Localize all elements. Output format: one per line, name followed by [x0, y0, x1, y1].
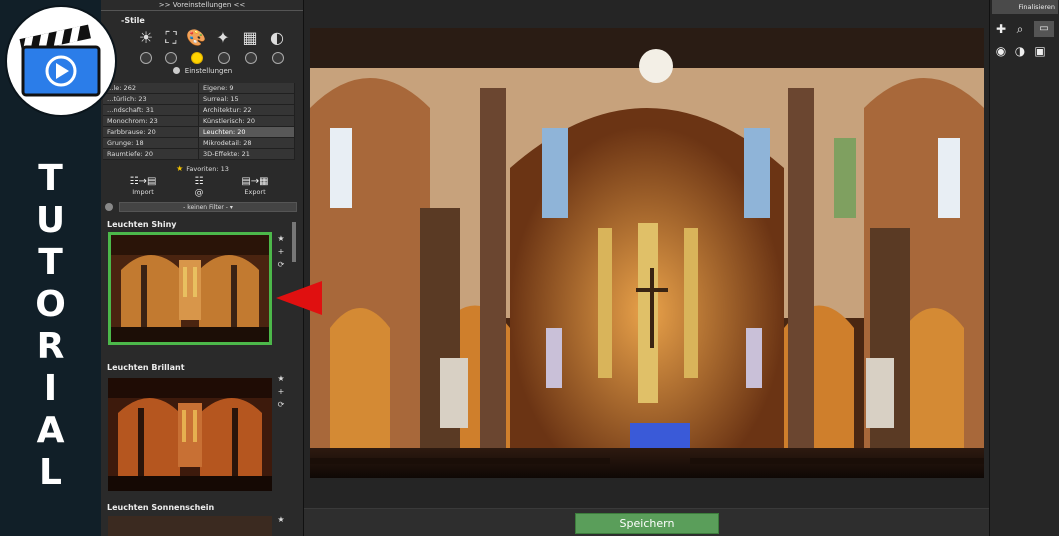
presets-panel: >> Voreinstellungen << -Stile ☀ ⛶ 🎨 ✦ ▦ …: [101, 0, 398, 536]
star-icon: ★: [176, 164, 184, 173]
finalize-panel: Finalisieren ✚ ⌕ ▭ ◉ ◑ ▣: [989, 0, 1059, 536]
tutorial-letter: O: [35, 284, 66, 325]
tutorial-letter: L: [39, 452, 62, 493]
cathedral-photo[interactable]: [310, 28, 984, 478]
preset-thumbnail[interactable]: [108, 378, 272, 491]
category-item[interactable]: Architektur: 22: [199, 105, 295, 115]
plus-icon[interactable]: +: [275, 385, 287, 398]
preset-list: Leuchten Shiny ★ + ⟳ Leuchten Brillant ★…: [105, 218, 301, 536]
settings-dot-icon: [172, 67, 180, 74]
preset-thumbnail-selected[interactable]: [108, 232, 272, 345]
category-item[interactable]: Monochrom: 23: [103, 116, 199, 126]
favorites-button[interactable]: ★ Favoriten: 13: [101, 164, 304, 173]
preset-title: Leuchten Brillant: [107, 363, 185, 372]
category-item[interactable]: Grunge: 18: [103, 138, 199, 148]
refresh-icon[interactable]: ⟳: [275, 398, 287, 411]
panel-header[interactable]: >> Voreinstellungen <<: [101, 0, 303, 11]
image-canvas: Speichern: [304, 0, 989, 536]
save-button[interactable]: Speichern: [575, 513, 719, 534]
favorite-star-icon[interactable]: ★: [275, 513, 287, 526]
export-button[interactable]: ▤→▦ Export: [235, 176, 275, 196]
category-item[interactable]: Surreal: 15: [199, 94, 295, 104]
import-label: Import: [132, 188, 154, 196]
export-icon: ▤→▦: [241, 176, 269, 187]
import-export-row: ☷→▤ Import ☷ @ ▤→▦ Export: [109, 176, 299, 200]
import-icon: ☷→▤: [129, 176, 157, 187]
category-item[interactable]: …türlich: 23: [103, 94, 199, 104]
clapperboard-play-icon: [7, 7, 115, 115]
style-radio[interactable]: [165, 52, 177, 64]
canvas-bottom-bar: Speichern: [304, 508, 989, 536]
category-grid: …le: 262 Eigene: 9 …türlich: 23 Surreal: 1…: [103, 83, 295, 160]
filter-dropdown[interactable]: - keinen Filter - ▾: [119, 202, 297, 212]
palette-icon[interactable]: 🎨: [185, 27, 207, 49]
favorites-label: Favoriten: 13: [186, 165, 229, 173]
styles-toolbar: -Stile ☀ ⛶ 🎨 ✦ ▦ ◐: [101, 14, 304, 70]
favorite-star-icon[interactable]: ★: [275, 372, 287, 385]
camera-icon[interactable]: ⛶: [160, 27, 182, 49]
sparkle-icon[interactable]: ✦: [212, 27, 234, 49]
preset-title: Leuchten Sonnenschein: [107, 503, 215, 512]
sun-icon[interactable]: ☀: [135, 27, 157, 49]
settings-label: Einstellungen: [184, 67, 233, 75]
preset-side-icons: ★: [275, 513, 287, 526]
tutorial-letter: R: [36, 326, 65, 367]
plus-icon[interactable]: +: [275, 245, 287, 258]
compare-360-icon[interactable]: ◉: [993, 43, 1009, 59]
at-label: @: [194, 188, 204, 198]
category-item[interactable]: Künstlerisch: 20: [199, 116, 295, 126]
grid-small-icon: ☷: [194, 176, 204, 187]
category-item[interactable]: …le: 262: [103, 83, 199, 93]
tutorial-text: T U T O R I A L: [0, 158, 101, 494]
import-button[interactable]: ☷→▤ Import: [123, 176, 163, 196]
tutorial-letter: I: [43, 368, 58, 409]
filter-toggle-icon[interactable]: [105, 203, 113, 211]
style-radio[interactable]: [218, 52, 230, 64]
category-item-selected[interactable]: Leuchten: 20: [199, 127, 295, 137]
preset-side-icons: ★ + ⟳: [275, 372, 287, 411]
half-circle-icon[interactable]: ◑: [1012, 43, 1028, 59]
preset-thumbnail[interactable]: [108, 516, 272, 536]
favorite-star-icon[interactable]: ★: [275, 232, 287, 245]
zoom-icon[interactable]: ⌕: [1012, 21, 1028, 37]
category-item[interactable]: …ndschaft: 31: [103, 105, 199, 115]
preset-side-icons: ★ + ⟳: [275, 232, 287, 271]
category-item[interactable]: Eigene: 9: [199, 83, 295, 93]
preset-title: Leuchten Shiny: [107, 220, 177, 229]
tutorial-letter: U: [35, 200, 66, 241]
styles-label: -Stile: [121, 16, 145, 25]
tutorial-letter: T: [38, 242, 63, 283]
refresh-icon[interactable]: ⟳: [275, 258, 287, 271]
tutorial-letter: A: [36, 410, 65, 451]
filter-row: - keinen Filter - ▾: [105, 202, 297, 212]
plus-icon[interactable]: ✚: [993, 21, 1009, 37]
category-item[interactable]: Mikrodetail: 28: [199, 138, 295, 148]
export-label: Export: [244, 188, 266, 196]
contrast-icon[interactable]: ◐: [266, 27, 288, 49]
category-item[interactable]: Raumtiefe: 20: [103, 149, 199, 159]
style-radio[interactable]: [140, 52, 152, 64]
split-view-icon[interactable]: ▣: [1032, 43, 1048, 59]
scrollbar-thumb[interactable]: [292, 222, 296, 262]
settings-button[interactable]: Einstellungen: [101, 67, 304, 79]
tutorial-letter: T: [38, 158, 63, 199]
tab-finalize[interactable]: Finalisieren: [992, 0, 1058, 14]
category-item[interactable]: 3D-Effekte: 21: [199, 149, 295, 159]
grid-icon[interactable]: ▦: [239, 27, 261, 49]
category-item[interactable]: Farbbrause: 20: [103, 127, 199, 137]
panel-toggle-icon[interactable]: ▭: [1034, 21, 1054, 37]
filter-value: - keinen Filter -: [183, 204, 228, 211]
style-radio-selected[interactable]: [191, 52, 203, 64]
red-arrow-icon: [276, 281, 322, 315]
style-radio[interactable]: [272, 52, 284, 64]
style-radio[interactable]: [245, 52, 257, 64]
community-button[interactable]: ☷ @: [189, 176, 209, 198]
